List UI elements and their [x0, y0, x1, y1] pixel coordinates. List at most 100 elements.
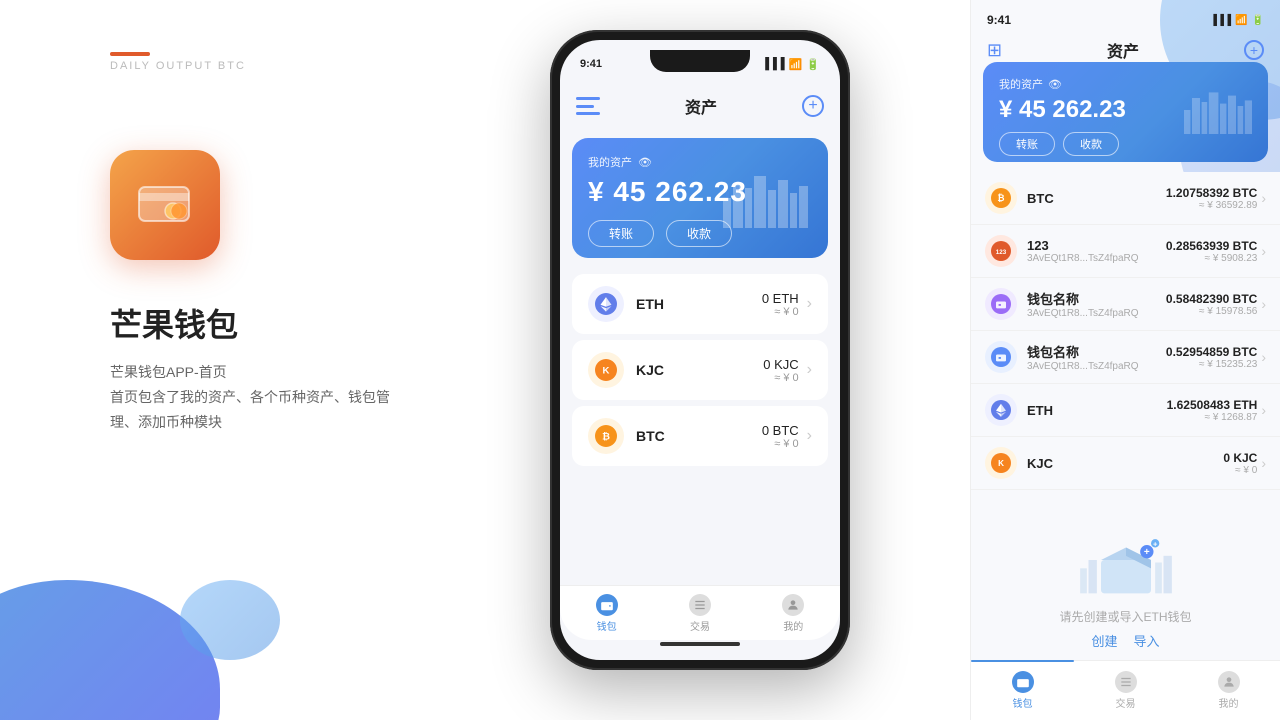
blue-blob-2: [180, 580, 280, 660]
right-transfer-button[interactable]: 转账: [999, 132, 1055, 156]
right-eth-val: 1.62508483 ETH ≈ ¥ 1268.87: [1167, 398, 1258, 423]
app-desc-line1: 芒果钱包APP-首页: [110, 364, 227, 380]
right-add-icon[interactable]: +: [1244, 40, 1264, 60]
svg-text:+: +: [1143, 547, 1149, 558]
signal-icon: ▐▐▐: [761, 58, 784, 70]
right-wallet2-icon: [985, 341, 1017, 373]
right-grid-icon[interactable]: ⊞: [987, 40, 1002, 61]
right-kjc-val: 0 KJC ≈ ¥ 0: [1223, 451, 1257, 476]
right-nav-wallet[interactable]: 钱包: [971, 661, 1074, 720]
eye-icon[interactable]: 👁: [638, 156, 652, 169]
right-nav-transaction[interactable]: 交易: [1074, 661, 1177, 720]
right-header-title: 资产: [1107, 38, 1139, 62]
right-kjc-arrow-icon: ›: [1261, 455, 1266, 471]
right-wallet1-icon: [985, 288, 1017, 320]
right-battery-icon: 🔋: [1252, 15, 1264, 26]
phone-status-icons: ▐▐▐ 📶 🔋: [761, 58, 820, 71]
right-wallet1-arrow-icon: ›: [1261, 296, 1266, 312]
kjc-icon: K: [588, 352, 624, 388]
app-icon-svg: [129, 169, 201, 241]
right-123-info: 123 3AvEQt1R8...TsZ4fpaRQ: [1027, 238, 1166, 264]
wallet-nav-label: 钱包: [597, 618, 617, 633]
home-indicator: [660, 642, 740, 646]
svg-text:+: +: [1152, 540, 1157, 549]
import-wallet-link[interactable]: 导入: [1134, 631, 1160, 650]
list-item[interactable]: ETH 0 ETH ≈ ¥ 0 ›: [572, 274, 828, 334]
phone-nav-wallet[interactable]: 钱包: [560, 586, 653, 640]
right-nav-mine[interactable]: 我的: [1177, 661, 1280, 720]
list-item[interactable]: K KJC 0 KJC ≈ ¥ 0 ›: [572, 340, 828, 400]
right-wallet1-val: 0.58482390 BTC ≈ ¥ 15978.56: [1166, 292, 1257, 317]
app-icon-wrapper: [110, 150, 220, 260]
right-bottom-nav: 钱包 交易 我的: [971, 660, 1280, 720]
right-signal-icon: ▐▐▐: [1210, 15, 1231, 26]
create-wallet-link[interactable]: 创建: [1091, 631, 1117, 650]
transaction-nav-label: 交易: [690, 618, 710, 633]
phone-transfer-button[interactable]: 转账: [588, 220, 654, 247]
list-item[interactable]: 钱包名称 3AvEQt1R8...TsZ4fpaRQ 0.58482390 BT…: [971, 278, 1280, 331]
right-transaction-nav-icon: [1115, 671, 1137, 693]
mine-nav-label: 我的: [783, 618, 803, 633]
right-btc-arrow-icon: ›: [1261, 190, 1266, 206]
svg-text:123: 123: [996, 249, 1007, 256]
right-123-arrow-icon: ›: [1261, 243, 1266, 259]
right-status-icons: ▐▐▐ 📶 🔋: [1210, 15, 1264, 26]
right-eth-info: ETH: [1027, 403, 1167, 418]
list-item[interactable]: K KJC 0 KJC ≈ ¥ 0 ›: [971, 437, 1280, 490]
wifi-icon: 📶: [789, 58, 803, 71]
right-asset-label: 我的资产 👁: [999, 76, 1252, 92]
btc-icon: ₿: [588, 418, 624, 454]
right-btc-info: BTC: [1027, 191, 1166, 206]
right-kjc-icon: K: [985, 447, 1017, 479]
eth-info: ETH: [636, 296, 762, 312]
phone-notch: [650, 50, 750, 72]
phone-asset-label: 我的资产 👁: [588, 154, 812, 170]
app-description: 芒果钱包APP-首页 首页包含了我的资产、各个币种资产、钱包管 理、添加币种模块: [110, 360, 390, 436]
right-123-val: 0.28563939 BTC ≈ ¥ 5908.23: [1166, 239, 1257, 264]
list-item[interactable]: 钱包名称 3AvEQt1R8...TsZ4fpaRQ 0.52954859 BT…: [971, 331, 1280, 384]
phone-asset-card: 我的资产 👁 ¥ 45 262.23 转账 收款: [572, 138, 828, 258]
list-item[interactable]: 123 123 3AvEQt1R8...TsZ4fpaRQ 0.28563939…: [971, 225, 1280, 278]
btc-amount-group: 0 BTC ≈ ¥ 0: [762, 423, 799, 450]
right-asset-card: 我的资产 👁 ¥ 45 262.23 转账 收款: [983, 62, 1268, 162]
right-nav-active-bar: [971, 660, 1074, 662]
accent-line: [110, 52, 150, 56]
right-wifi-icon: 📶: [1235, 15, 1247, 26]
mine-nav-icon: [782, 594, 804, 616]
wallet-nav-icon: [596, 594, 618, 616]
right-time: 9:41: [987, 13, 1011, 27]
phone-add-icon[interactable]: +: [802, 95, 824, 117]
right-btc-icon: ₿: [985, 182, 1017, 214]
phone-header: 资产 +: [560, 84, 840, 128]
svg-text:K: K: [603, 365, 610, 376]
right-mine-nav-label: 我的: [1219, 695, 1239, 710]
kjc-amount-group: 0 KJC ≈ ¥ 0: [763, 357, 798, 384]
empty-state-text: 请先创建或导入ETH钱包: [1059, 608, 1191, 625]
right-123-icon: 123: [985, 235, 1017, 267]
phone-bottom-nav: 钱包 交易 我的: [560, 585, 840, 640]
svg-text:₿: ₿: [997, 193, 1004, 203]
app-title: 芒果钱包: [110, 300, 238, 346]
list-item[interactable]: ₿ BTC 1.20758392 BTC ≈ ¥ 36592.89 ›: [971, 172, 1280, 225]
phone-coin-list: ETH 0 ETH ≈ ¥ 0 › K KJC: [560, 268, 840, 600]
list-item[interactable]: ₿ BTC 0 BTC ≈ ¥ 0 ›: [572, 406, 828, 466]
svg-text:₿: ₿: [602, 431, 610, 442]
right-eye-icon[interactable]: 👁: [1048, 78, 1062, 91]
right-receive-button[interactable]: 收款: [1063, 132, 1119, 156]
left-section: DAILY OUTPUT BTC 芒果钱包 芒果钱包APP-首页 首页包含了我的…: [0, 0, 540, 720]
list-item[interactable]: ETH 1.62508483 ETH ≈ ¥ 1268.87 ›: [971, 384, 1280, 437]
eth-icon: [588, 286, 624, 322]
transaction-nav-icon: [689, 594, 711, 616]
svg-text:K: K: [998, 459, 1004, 468]
eth-arrow-icon: ›: [807, 295, 812, 313]
battery-icon: 🔋: [806, 58, 820, 71]
btc-arrow-icon: ›: [807, 427, 812, 445]
right-wallet2-arrow-icon: ›: [1261, 349, 1266, 365]
kjc-arrow-icon: ›: [807, 361, 812, 379]
right-wallet-nav-label: 钱包: [1013, 695, 1033, 710]
phone-menu-icon[interactable]: [576, 97, 600, 115]
phone-nav-transaction[interactable]: 交易: [653, 586, 746, 640]
right-panel: 9:41 ▐▐▐ 📶 🔋 ⊞ 资产 + 我的资产 👁 ¥ 45 262.23: [970, 0, 1280, 720]
empty-state-illustration: + +: [1076, 520, 1176, 600]
phone-nav-mine[interactable]: 我的: [747, 586, 840, 640]
